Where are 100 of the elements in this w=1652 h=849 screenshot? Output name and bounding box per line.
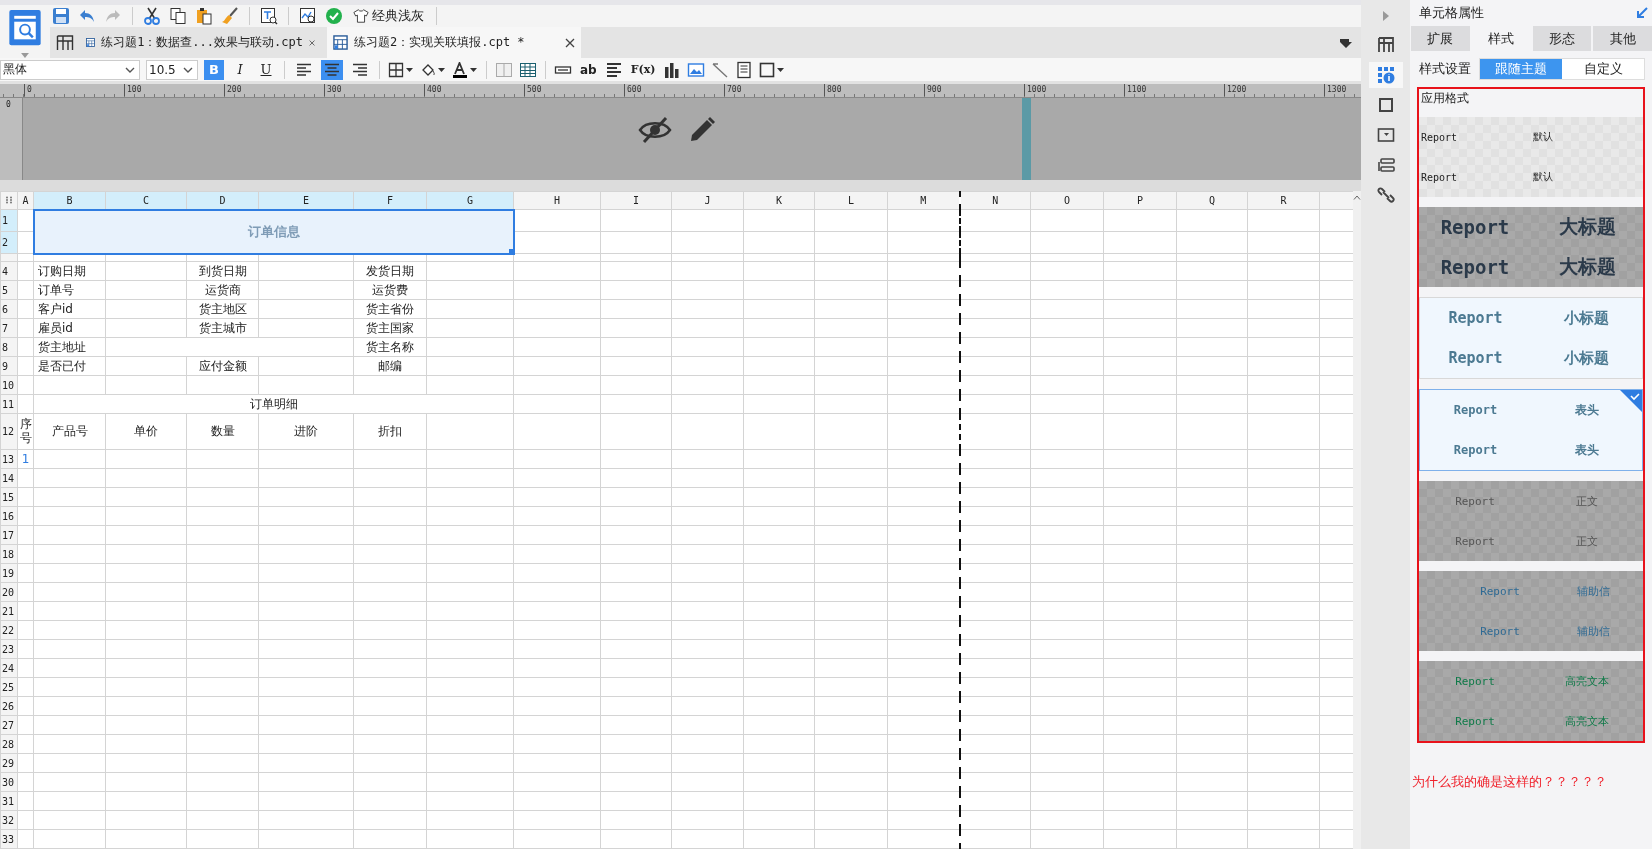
close-icon[interactable] <box>565 37 575 48</box>
table-cell[interactable]: 进阶 <box>258 413 354 450</box>
table-cell[interactable]: 客户id <box>33 299 106 319</box>
column-header[interactable]: Q <box>1176 191 1248 210</box>
table-cell[interactable]: 订购日期 <box>33 261 106 281</box>
style-preset[interactable]: Report 小标题 Report 小标题 <box>1419 297 1643 379</box>
table-cell[interactable]: 货主地址 <box>33 337 106 357</box>
theme-button[interactable]: 经典浅灰 <box>351 7 426 25</box>
image-icon[interactable] <box>687 60 706 79</box>
underline-button[interactable]: U <box>256 59 276 80</box>
font-select[interactable]: 黑体 <box>0 59 140 80</box>
document-icon[interactable] <box>735 60 754 79</box>
table-cell[interactable]: 运货费 <box>353 280 427 300</box>
column-header[interactable]: H <box>513 191 601 210</box>
italic-button[interactable]: I <box>230 59 250 80</box>
preset-sample-text: Report <box>1454 534 1496 548</box>
column-header[interactable]: C <box>105 191 187 210</box>
copy-icon[interactable] <box>169 7 187 25</box>
style-preset[interactable]: Report 表头 Report 表头 <box>1419 389 1643 471</box>
scroll-up-icon[interactable] <box>1353 195 1361 200</box>
column-header[interactable]: B <box>33 191 106 210</box>
table-cell[interactable]: 1 <box>17 449 34 469</box>
preview-icon[interactable] <box>260 7 278 25</box>
panel-tab[interactable]: 其他 <box>1593 26 1652 51</box>
panel-tab[interactable]: 形态 <box>1532 26 1592 51</box>
column-header[interactable]: M <box>887 191 960 210</box>
table-cell[interactable]: 单价 <box>105 413 187 450</box>
column-header[interactable]: I <box>600 191 672 210</box>
align-center-button[interactable] <box>321 59 343 80</box>
row-header[interactable]: 1 <box>0 209 18 232</box>
column-header[interactable]: L <box>814 191 888 210</box>
table-icon[interactable] <box>519 60 537 79</box>
column-header[interactable]: P <box>1103 191 1177 210</box>
column-header[interactable]: G <box>426 191 514 210</box>
table-cell[interactable]: 邮编 <box>353 356 427 376</box>
table-cell[interactable]: 发货日期 <box>353 261 427 281</box>
slash-icon[interactable] <box>711 60 730 79</box>
table-cell[interactable]: 货主名称 <box>353 337 427 357</box>
hidden-eye-icon[interactable] <box>638 116 672 144</box>
table-cell[interactable]: 货主城市 <box>186 318 259 338</box>
row-header[interactable]: 12 <box>0 413 18 450</box>
table-cell[interactable]: 运货商 <box>186 280 259 300</box>
frame-icon[interactable] <box>759 61 786 78</box>
paste-icon[interactable] <box>195 7 213 25</box>
caret-icon[interactable] <box>183 66 193 73</box>
check-circle-icon[interactable] <box>325 7 343 25</box>
table-cell[interactable]: 到货日期 <box>186 261 259 281</box>
scrollbar[interactable] <box>1353 191 1361 849</box>
grid-layout-icon[interactable] <box>56 33 74 52</box>
column-header[interactable]: E <box>258 191 354 210</box>
caret-icon[interactable] <box>125 66 135 73</box>
ruler-label: 1300 <box>1324 84 1347 96</box>
table-cell[interactable]: 货主地区 <box>186 299 259 319</box>
table-cell[interactable]: 数量 <box>186 413 259 450</box>
select-all-icon[interactable] <box>5 196 13 204</box>
font-size-select[interactable]: 10.5 <box>146 59 198 80</box>
splitter-handle[interactable] <box>1022 98 1031 180</box>
column-header[interactable]: D <box>186 191 259 210</box>
font-color-icon[interactable] <box>452 61 478 78</box>
column-header[interactable]: R <box>1247 191 1320 210</box>
table-cell[interactable]: 序号 <box>17 413 34 450</box>
table-cell[interactable]: 雇员id <box>33 318 106 338</box>
paragraph-icon[interactable] <box>604 60 623 79</box>
file-grid-icon <box>86 35 96 50</box>
table-cell[interactable]: 货主省份 <box>353 299 427 319</box>
table-cell[interactable]: 是否已付 <box>33 356 106 376</box>
cell-info-icon[interactable] <box>1368 62 1403 88</box>
document-tab[interactable]: 练习题2：实现关联填报.cpt * <box>327 27 581 58</box>
preset-style-name: 正文 <box>1575 533 1599 549</box>
column-header[interactable]: F <box>353 191 427 210</box>
table-cell[interactable]: 折扣 <box>353 413 427 450</box>
style-preset[interactable]: Report 大标题 Report 大标题 <box>1419 207 1643 287</box>
brush-icon[interactable] <box>221 7 239 25</box>
preset-style-name: 表头 <box>1573 401 1600 419</box>
panel-tab[interactable]: 扩展 <box>1411 26 1470 51</box>
pencil-icon[interactable] <box>688 116 716 144</box>
column-header[interactable]: J <box>671 191 744 210</box>
chart-search-icon[interactable] <box>299 7 317 25</box>
collapse-arrow-icon[interactable] <box>1636 7 1648 19</box>
formula-tool[interactable]: F(x) <box>628 63 658 76</box>
preset-style-name: 默认 <box>1532 170 1554 184</box>
table-cell[interactable]: 产品号 <box>33 413 106 450</box>
table-cell[interactable]: 订单号 <box>33 280 106 300</box>
row-header[interactable]: 2 <box>0 231 18 254</box>
table-cell[interactable]: 订单明细 <box>33 394 514 414</box>
ruler-label: 800 <box>824 84 842 96</box>
cut-icon[interactable] <box>143 7 161 25</box>
ruler-label: 400 <box>424 84 442 96</box>
table-cell[interactable]: 货主国家 <box>353 318 427 338</box>
column-header[interactable]: O <box>1030 191 1104 210</box>
ruler-label: 100 <box>124 84 142 96</box>
column-header[interactable]: N <box>959 191 1031 210</box>
table-cell[interactable]: 应付金额 <box>186 356 259 376</box>
border-icon[interactable] <box>388 61 414 78</box>
text-tool[interactable]: ab <box>578 62 599 77</box>
bar-chart-icon[interactable] <box>663 60 682 79</box>
style-mode-option[interactable]: 自定义 <box>1562 59 1644 79</box>
column-header[interactable]: K <box>743 191 815 210</box>
save-icon[interactable] <box>52 7 70 25</box>
style-preset[interactable]: Report 默认 Report 默认 <box>1419 117 1643 197</box>
